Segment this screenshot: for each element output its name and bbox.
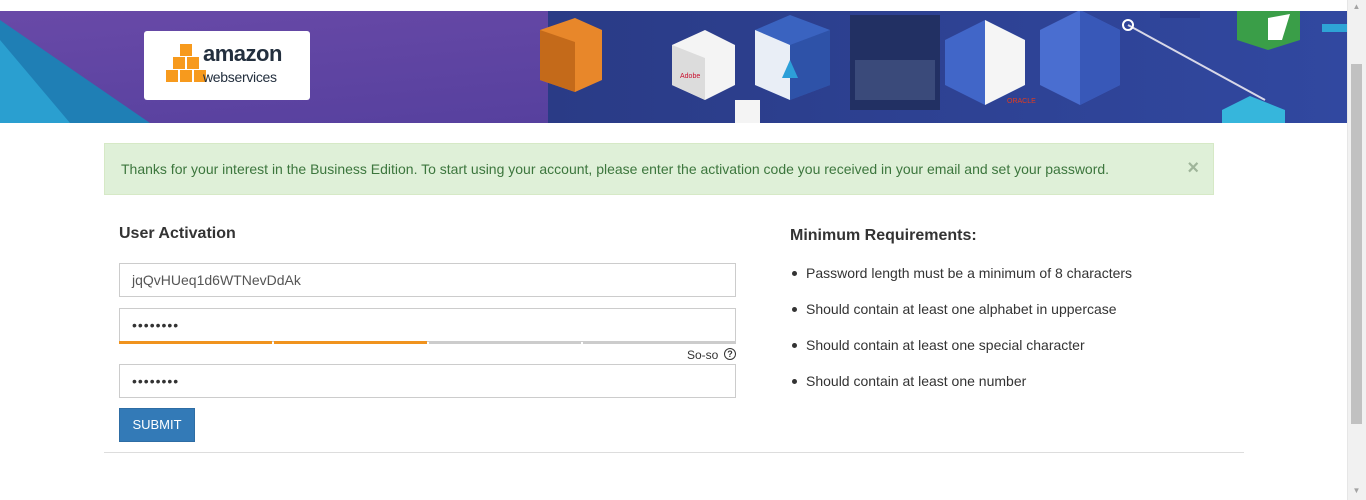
- aws-logo[interactable]: amazon webservices: [144, 31, 310, 100]
- password-strength-meter: [119, 341, 736, 344]
- password-input[interactable]: ••••••••: [119, 308, 736, 342]
- close-icon[interactable]: ×: [1187, 158, 1199, 178]
- requirement-text: Should contain at least one number: [806, 373, 1027, 389]
- alert-message: Thanks for your interest in the Business…: [121, 161, 1110, 177]
- list-item: Should contain at least one special char…: [792, 336, 1132, 372]
- help-icon[interactable]: ?: [724, 348, 736, 360]
- scrollbar[interactable]: ▲ ▼: [1347, 0, 1366, 500]
- requirement-text: Password length must be a minimum of 8 c…: [806, 265, 1133, 281]
- requirements-heading: Minimum Requirements:: [790, 227, 977, 244]
- oracle-tile-label: ORACLE: [1007, 98, 1036, 105]
- bullet-icon: [792, 378, 797, 384]
- info-alert: Thanks for your interest in the Business…: [104, 143, 1214, 195]
- bullet-icon: [792, 342, 797, 348]
- strength-segment: [119, 341, 272, 344]
- strength-segment: [583, 341, 736, 344]
- form-divider: [104, 452, 1244, 453]
- bullet-icon: [792, 306, 797, 312]
- logo-text-amazon: amazon: [203, 41, 282, 66]
- requirement-text: Should contain at least one special char…: [806, 337, 1085, 353]
- activation-code-input[interactable]: jqQvHUeq1d6WTNevDdAk: [119, 263, 736, 297]
- logo-text-webservices: webservices: [203, 69, 277, 85]
- submit-button[interactable]: SUBMIT: [119, 408, 195, 442]
- bullet-icon: [792, 270, 797, 276]
- strength-segment: [273, 341, 427, 344]
- requirement-text: Should contain at least one alphabet in …: [806, 301, 1117, 317]
- list-item: Should contain at least one number: [792, 372, 1132, 408]
- adobe-tile-label: Adobe: [680, 73, 700, 80]
- strength-label: So-so: [687, 348, 719, 362]
- scroll-down-icon[interactable]: ▼: [1351, 486, 1362, 498]
- list-item: Password length must be a minimum of 8 c…: [792, 264, 1132, 300]
- strength-segment: [428, 341, 582, 344]
- scroll-up-icon[interactable]: ▲: [1351, 2, 1362, 14]
- top-strip: [0, 0, 1366, 11]
- confirm-password-input[interactable]: ••••••••: [119, 364, 736, 398]
- header-banner: Adobe ORACLE amazon webservices: [0, 0, 1347, 123]
- list-item: Should contain at least one alphabet in …: [792, 300, 1132, 336]
- requirements-list: Password length must be a minimum of 8 c…: [792, 264, 1132, 408]
- scrollbar-thumb[interactable]: [1351, 64, 1362, 424]
- aws-boxes-icon: [166, 44, 206, 82]
- user-activation-heading: User Activation: [119, 225, 236, 242]
